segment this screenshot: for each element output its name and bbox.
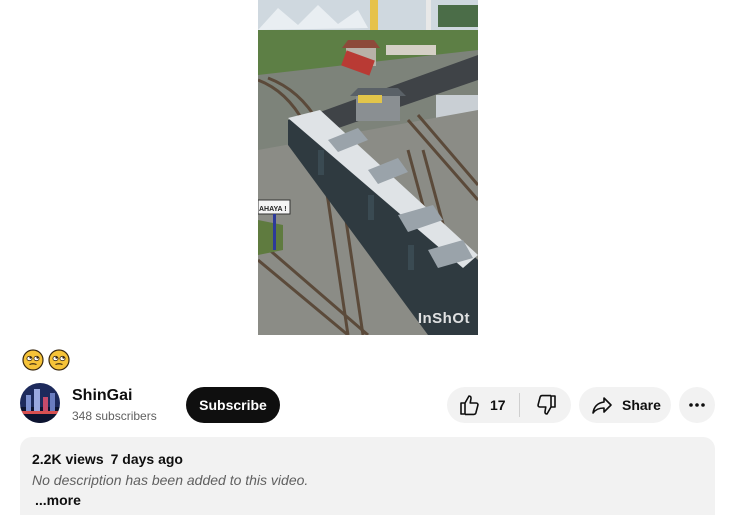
more-actions-button[interactable] <box>679 387 715 423</box>
watermark: InShOt <box>417 310 470 327</box>
avatar-image <box>20 383 60 423</box>
video-meta: 2.2K views 7 days ago <box>32 451 183 467</box>
dislike-button[interactable] <box>520 387 571 423</box>
subscriber-count: 348 subscribers <box>72 409 157 423</box>
channel-avatar[interactable] <box>20 383 60 423</box>
show-more-link[interactable]: ...more <box>35 492 81 508</box>
like-count: 17 <box>490 397 506 413</box>
title-emojis <box>22 349 70 373</box>
description-text: No description has been added to this vi… <box>32 472 309 488</box>
share-label: Share <box>622 397 661 413</box>
like-button[interactable]: 17 <box>447 387 519 423</box>
upload-age: 7 days ago <box>110 451 183 467</box>
more-horizontal-icon <box>689 403 705 407</box>
description-box[interactable]: 2.2K views 7 days ago No description has … <box>20 437 715 515</box>
rolling-eyes-emoji-icon <box>22 349 44 371</box>
video-player[interactable]: AHAYA ! InShOt <box>258 0 478 335</box>
like-dislike-group: 17 <box>447 387 571 423</box>
thumbs-down-icon <box>536 394 556 415</box>
view-count: 2.2K views <box>32 451 104 467</box>
station-sign-text: AHAYA ! <box>259 206 287 213</box>
share-arrow-icon <box>592 397 612 414</box>
channel-name[interactable]: ShinGai <box>72 387 132 405</box>
thumbs-up-icon <box>460 395 479 416</box>
share-button[interactable]: Share <box>579 387 671 423</box>
subscribe-button[interactable]: Subscribe <box>186 387 280 423</box>
rolling-eyes-emoji-icon <box>48 349 70 371</box>
video-frame-image: AHAYA ! <box>258 0 478 335</box>
